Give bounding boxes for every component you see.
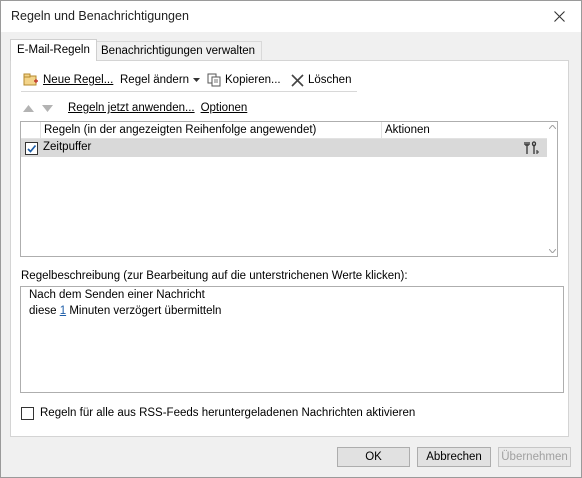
delete-rule-button[interactable]: Löschen [291,71,351,89]
rule-description-label: Regelbeschreibung (zur Bearbeitung auf d… [21,270,408,282]
header-actions[interactable]: Aktionen [382,122,545,138]
chevron-down-icon [193,78,201,82]
change-rule-label: Regel ändern [120,74,190,86]
new-rule-button[interactable]: Neue Regel... [23,71,113,89]
description-line-2: diese 1 Minuten verzögert übermitteln [29,305,221,317]
cancel-button[interactable]: Abbrechen [417,447,491,467]
apply-rules-now-link[interactable]: Regeln jetzt anwenden... [68,102,195,114]
rule-checkbox[interactable] [25,142,38,155]
rule-name: Zeitpuffer [43,141,92,153]
rules-subtoolbar: Regeln jetzt anwenden... Optionen [23,99,247,117]
apply-button[interactable]: Übernehmen [498,447,571,467]
close-button[interactable] [537,1,581,32]
rule-description-box: Nach dem Senden einer Nachricht diese 1 … [20,286,564,393]
window-title: Regeln und Benachrichtigungen [11,9,189,23]
scroll-down-icon[interactable] [549,249,556,253]
new-rule-icon [23,73,38,86]
rule-actions-icon [524,141,539,154]
minutes-value-link[interactable]: 1 [60,305,66,317]
description-line-2-prefix: diese [29,305,57,317]
rules-dialog: Regeln und Benachrichtigungen E-Mail-Reg… [0,0,582,478]
new-rule-label: Neue Regel... [43,74,114,86]
header-checkbox-column [21,122,41,138]
move-down-icon[interactable] [42,104,53,112]
rules-list-header: Regeln (in der angezeigten Reihenfolge a… [21,122,547,139]
rule-row[interactable]: Zeitpuffer [21,139,547,157]
tab-manage-notifications[interactable]: Benachrichtigungen verwalten [94,41,263,60]
copy-rule-button[interactable]: Kopieren... [207,71,281,89]
description-line-1: Nach dem Senden einer Nachricht [29,289,205,301]
move-up-icon[interactable] [23,104,34,112]
close-icon [553,11,565,22]
rss-checkbox[interactable] [21,406,34,420]
check-icon [27,144,37,153]
options-link[interactable]: Optionen [201,102,248,114]
delete-label: Löschen [308,74,352,86]
rss-option-label: Regeln für alle aus RSS-Feeds herunterge… [40,407,416,419]
rules-list-scrollbar[interactable] [547,122,557,256]
copy-icon [207,73,221,87]
ok-button[interactable]: OK [337,447,410,467]
change-rule-dropdown[interactable]: Regel ändern [120,71,201,89]
title-bar: Regeln und Benachrichtigungen [1,1,581,32]
delete-icon [291,73,304,87]
scroll-up-icon[interactable] [549,125,556,129]
copy-label: Kopieren... [225,74,281,86]
tab-email-rules[interactable]: E-Mail-Regeln [10,39,97,61]
email-rules-panel: Neue Regel... Regel ändern Kopieren... L… [10,60,569,437]
rules-list[interactable]: Regeln (in der angezeigten Reihenfolge a… [20,121,558,257]
rules-toolbar: Neue Regel... Regel ändern Kopieren... L… [21,69,357,92]
rss-option[interactable]: Regeln für alle aus RSS-Feeds herunterge… [21,406,415,420]
description-line-2-suffix: Minuten verzögert übermitteln [69,305,222,317]
header-rules[interactable]: Regeln (in der angezeigten Reihenfolge a… [41,122,382,138]
